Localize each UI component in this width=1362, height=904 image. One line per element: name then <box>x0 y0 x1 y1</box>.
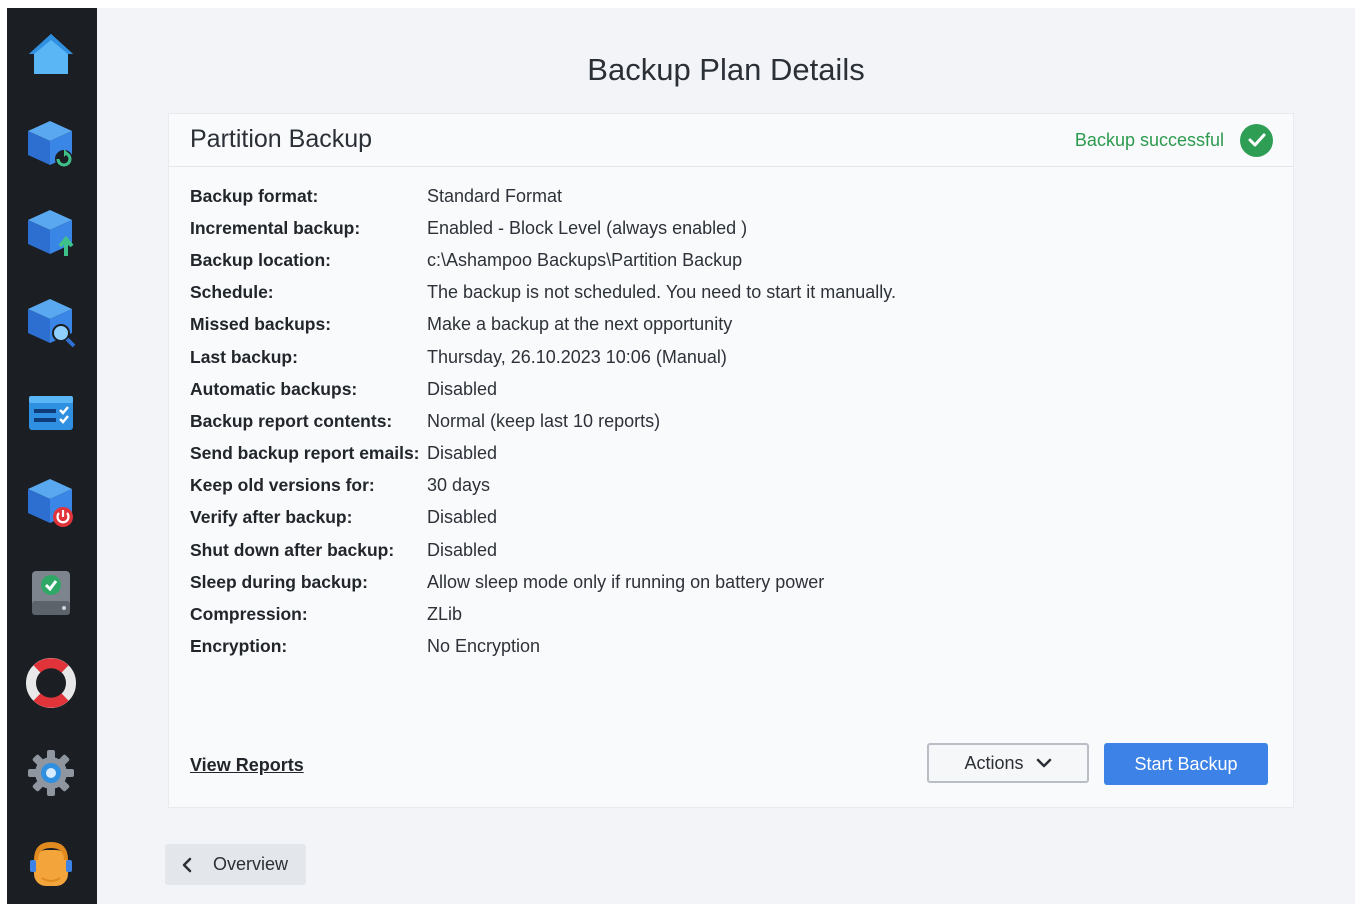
detail-row-automatic-backups: Automatic backups: Disabled <box>190 373 896 405</box>
detail-row-compression: Compression: ZLib <box>190 598 896 630</box>
detail-value: Disabled <box>427 378 498 399</box>
actions-dropdown-button[interactable]: Actions <box>927 743 1089 783</box>
sidebar-item-support[interactable] <box>21 833 81 893</box>
detail-value: ZLib <box>427 604 463 625</box>
detail-label: Sleep during backup: <box>190 571 368 592</box>
chevron-down-icon <box>1036 758 1051 768</box>
sidebar-item-restore[interactable] <box>21 114 81 174</box>
detail-value: No Encryption <box>427 636 541 657</box>
detail-value: The backup is not scheduled. You need to… <box>427 282 896 303</box>
detail-row-shutdown-after-backup: Shut down after backup: Disabled <box>190 534 896 566</box>
detail-label: Keep old versions for: <box>190 475 375 496</box>
gear-icon <box>28 750 74 796</box>
chevron-left-icon <box>182 857 192 872</box>
detail-value: Disabled <box>427 507 498 528</box>
overview-back-button[interactable]: Overview <box>165 844 306 885</box>
detail-label: Backup location: <box>190 249 331 270</box>
detail-row-backup-location: Backup location: c:\Ashampoo Backups\Par… <box>190 244 896 276</box>
sidebar-item-tasks[interactable] <box>21 383 81 443</box>
sidebar-item-home[interactable] <box>21 25 81 85</box>
detail-label: Schedule: <box>190 282 274 303</box>
detail-row-report-emails: Send backup report emails: Disabled <box>190 438 896 470</box>
view-reports-link[interactable]: View Reports <box>190 755 304 776</box>
start-backup-button[interactable]: Start Backup <box>1104 743 1268 785</box>
detail-value: Allow sleep mode only if running on batt… <box>427 571 825 592</box>
detail-value: Enabled - Block Level (always enabled ) <box>427 217 748 238</box>
sidebar-item-shutdown[interactable] <box>21 472 81 532</box>
details-list: Backup format: Standard Format Increment… <box>190 180 896 663</box>
detail-row-incremental-backup: Incremental backup: Enabled - Block Leve… <box>190 212 896 244</box>
actions-label: Actions <box>964 752 1024 773</box>
drive-check-icon <box>32 571 70 615</box>
detail-label: Send backup report emails: <box>190 443 420 464</box>
home-icon <box>29 34 73 74</box>
page-title: Backup Plan Details <box>587 52 865 87</box>
card-header: Partition Backup Backup successful <box>169 114 1293 167</box>
detail-row-last-backup: Last backup: Thursday, 26.10.2023 10:06 … <box>190 341 896 373</box>
backup-restore-cube-icon <box>28 121 73 168</box>
lifebuoy-icon <box>26 658 76 708</box>
detail-row-report-contents: Backup report contents: Normal (keep las… <box>190 405 896 437</box>
detail-row-missed-backups: Missed backups: Make a backup at the nex… <box>190 309 896 341</box>
detail-label: Automatic backups: <box>190 378 358 399</box>
detail-value: 30 days <box>427 475 491 496</box>
detail-row-keep-old-versions: Keep old versions for: 30 days <box>190 470 896 502</box>
sidebar <box>7 8 97 904</box>
detail-label: Verify after backup: <box>190 507 353 528</box>
detail-value: Thursday, 26.10.2023 10:06 (Manual) <box>427 346 727 367</box>
task-list-icon <box>29 396 73 430</box>
main-content: Backup Plan Details Partition Backup Bac… <box>97 8 1355 904</box>
detail-value: Make a backup at the next opportunity <box>427 314 733 335</box>
detail-value: Disabled <box>427 443 498 464</box>
detail-value: Standard Format <box>427 185 563 206</box>
detail-row-sleep-during-backup: Sleep during backup: Allow sleep mode on… <box>190 566 896 598</box>
backup-search-cube-icon <box>28 299 76 348</box>
sidebar-item-drive-check[interactable] <box>21 562 81 622</box>
support-avatar-icon <box>30 842 72 886</box>
detail-value: Disabled <box>427 539 498 560</box>
detail-label: Backup format: <box>190 185 319 206</box>
status-text: Backup successful <box>1074 129 1224 150</box>
backup-upload-cube-icon <box>28 210 74 256</box>
detail-value: c:\Ashampoo Backups\Partition Backup <box>427 249 743 270</box>
sidebar-item-backup[interactable] <box>21 203 81 263</box>
sidebar-item-browse[interactable] <box>21 292 81 352</box>
detail-row-schedule: Schedule: The backup is not scheduled. Y… <box>190 277 896 309</box>
detail-row-backup-format: Backup format: Standard Format <box>190 180 896 212</box>
detail-label: Shut down after backup: <box>190 539 395 560</box>
status-indicator: Backup successful <box>1075 123 1273 157</box>
overview-label: Overview <box>213 854 289 874</box>
detail-row-encryption: Encryption: No Encryption <box>190 631 896 663</box>
detail-label: Backup report contents: <box>190 410 393 431</box>
backup-plan-card: Partition Backup Backup successful Backu… <box>168 113 1294 808</box>
detail-value: Normal (keep last 10 reports) <box>427 410 661 431</box>
plan-name: Partition Backup <box>190 125 373 153</box>
app-window: Backup Plan Details Partition Backup Bac… <box>7 8 1355 904</box>
sidebar-item-settings[interactable] <box>21 743 81 803</box>
detail-label: Last backup: <box>190 346 298 367</box>
backup-power-cube-icon <box>28 479 73 527</box>
check-circle-icon <box>1240 123 1273 157</box>
detail-label: Compression: <box>190 604 308 625</box>
detail-label: Encryption: <box>190 636 288 657</box>
detail-label: Incremental backup: <box>190 217 361 238</box>
detail-label: Missed backups: <box>190 314 332 335</box>
detail-row-verify-after-backup: Verify after backup: Disabled <box>190 502 896 534</box>
sidebar-item-help[interactable] <box>21 653 81 713</box>
